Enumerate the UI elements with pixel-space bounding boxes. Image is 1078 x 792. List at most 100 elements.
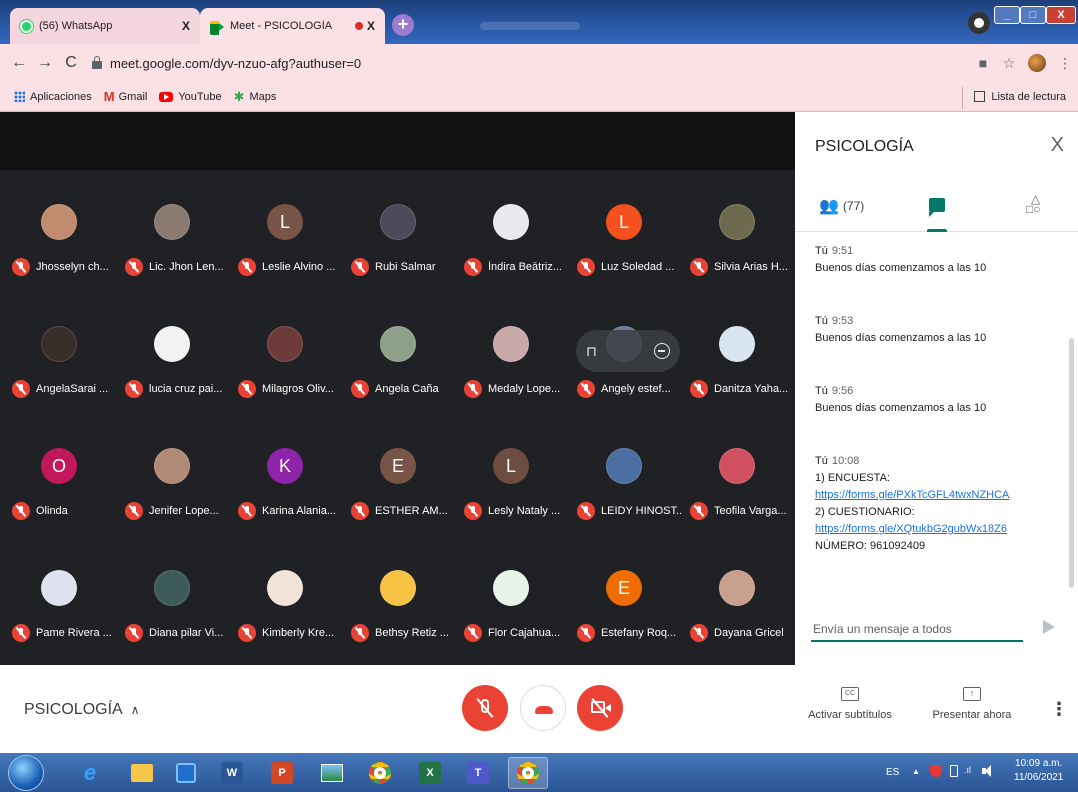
close-panel-button[interactable]: X: [1051, 134, 1064, 157]
mic-off-icon: [238, 502, 256, 520]
participant-tile[interactable]: K Karina Alania...: [230, 418, 343, 530]
participant-tile[interactable]: Pame Rivera ...: [4, 540, 117, 652]
teams-icon[interactable]: T: [460, 757, 496, 789]
media-player-icon[interactable]: [168, 757, 204, 789]
present-button[interactable]: ↑ Presentar ahora: [924, 687, 1020, 721]
clock-date: 11/06/2021: [1014, 772, 1064, 783]
minimize-button[interactable]: _: [994, 6, 1020, 24]
excel-icon[interactable]: X: [412, 757, 448, 789]
captions-button[interactable]: CC Activar subtítulos: [802, 687, 898, 721]
participant-name: Luz Soledad ...: [601, 261, 675, 273]
avatar[interactable]: [1028, 54, 1046, 72]
participant-name: Silvia Arias H...: [714, 261, 788, 273]
send-icon[interactable]: [1043, 620, 1055, 634]
profile-icon[interactable]: [968, 12, 990, 34]
participant-tile[interactable]: L Lesly Nataly ...: [456, 418, 569, 530]
clock[interactable]: 10:09 a.m. 11/06/2021: [1014, 757, 1063, 785]
participant-tile[interactable]: Angela Caña: [343, 296, 456, 408]
participant-tile[interactable]: E ESTHER AM...: [343, 418, 456, 530]
avatar: [154, 204, 190, 240]
chrome-active-icon[interactable]: [508, 757, 548, 789]
tab-whatsapp[interactable]: (56) WhatsApp X: [10, 8, 200, 44]
language-indicator[interactable]: ES: [886, 767, 899, 778]
camera-toggle-button[interactable]: [577, 685, 623, 731]
bookmark-apps[interactable]: Aplicaciones: [14, 91, 92, 103]
message-link[interactable]: https://forms.gle/PXkTcGFL4twxNZHCA: [815, 489, 1009, 501]
close-window-button[interactable]: X: [1046, 6, 1076, 24]
mic-off-icon: [351, 380, 369, 398]
url-field[interactable]: meet.google.com/dyv-nzuo-afg?authuser=0: [92, 49, 970, 77]
tab-chat[interactable]: [915, 192, 959, 232]
participant-tile[interactable]: Milagros Oliv...: [230, 296, 343, 408]
participant-tile[interactable]: Kimberly Kre...: [230, 540, 343, 652]
participant-name-tag: Olinda: [12, 502, 116, 520]
more-options-icon[interactable]: ⋮: [1050, 699, 1068, 720]
participant-tile[interactable]: Jenifer Lope...: [117, 418, 230, 530]
tray-expand-icon[interactable]: ▲: [912, 767, 920, 776]
participant-tile[interactable]: Bethsy Retiz ...: [343, 540, 456, 652]
bookmark-maps[interactable]: ✱ Maps: [234, 89, 277, 105]
remove-icon[interactable]: [654, 343, 670, 359]
participant-tile[interactable]: Medaly Lope...: [456, 296, 569, 408]
chrome-icon[interactable]: [362, 757, 398, 789]
maximize-button[interactable]: □: [1020, 6, 1046, 24]
forward-arrow-icon[interactable]: →: [32, 54, 58, 72]
tab-meet[interactable]: Meet - PSICOLOGÍA X: [200, 8, 385, 44]
participant-tile[interactable]: Índira Beātriz...: [456, 174, 569, 286]
participant-tile[interactable]: AngelaSarai ...: [4, 296, 117, 408]
kebab-menu-icon[interactable]: ⋮: [1052, 55, 1078, 72]
tab-people[interactable]: 👥 (77): [819, 196, 864, 216]
powerpoint-icon[interactable]: P: [264, 757, 300, 789]
participant-tile[interactable]: O Olinda: [4, 418, 117, 530]
mic-off-icon: [12, 502, 30, 520]
chat-scrollbar[interactable]: [1069, 338, 1074, 588]
pin-icon[interactable]: ⊓: [586, 343, 597, 360]
participant-tile[interactable]: Lic. Jhon Len...: [117, 174, 230, 286]
participant-tile[interactable]: Jhosselyn ch...: [4, 174, 117, 286]
tab-close-button[interactable]: X: [367, 19, 375, 33]
participant-tile[interactable]: Danitza Yaha...: [682, 296, 795, 408]
hang-up-button[interactable]: [520, 685, 566, 731]
mic-toggle-button[interactable]: [462, 685, 508, 731]
bookmark-gmail[interactable]: M Gmail: [104, 89, 148, 104]
participant-tile[interactable]: LEIDY HINOST...: [569, 418, 682, 530]
participant-tile[interactable]: Teofila Varga...: [682, 418, 795, 530]
bookmark-youtube[interactable]: YouTube: [159, 91, 222, 103]
file-explorer-icon[interactable]: [124, 757, 160, 789]
participant-tile[interactable]: L Leslie Alvino ...: [230, 174, 343, 286]
meeting-details-button[interactable]: PSICOLOGÍA ∧: [24, 701, 140, 719]
battery-icon[interactable]: [950, 765, 958, 777]
participant-name: Pame Rivera ...: [36, 627, 112, 639]
volume-icon[interactable]: [982, 765, 994, 777]
shield-icon[interactable]: [930, 765, 942, 777]
lock-icon: [92, 56, 102, 69]
signal-icon[interactable]: .ıl: [964, 765, 976, 777]
tab-activities[interactable]: △ □○: [1025, 193, 1047, 216]
new-tab-button[interactable]: +: [392, 14, 414, 36]
tab-title: Meet - PSICOLOGÍA: [230, 20, 333, 32]
photo-viewer-icon[interactable]: [314, 757, 350, 789]
participant-tile[interactable]: L Luz Soledad ...: [569, 174, 682, 286]
participant-tile[interactable]: Rubi Salmar: [343, 174, 456, 286]
camera-indicator-icon[interactable]: ■: [970, 55, 996, 71]
message-header: Tú 9:51: [815, 243, 1067, 260]
participant-tile[interactable]: Dayana Gricel: [682, 540, 795, 652]
participant-tile[interactable]: Silvia Arias H...: [682, 174, 795, 286]
participant-tile[interactable]: Flor Cajahua...: [456, 540, 569, 652]
star-icon[interactable]: ☆: [996, 55, 1022, 72]
participant-tile[interactable]: lucia cruz pai...: [117, 296, 230, 408]
message-input[interactable]: Envía un mensaje a todos: [811, 612, 1023, 642]
word-icon[interactable]: W: [214, 757, 250, 789]
start-button[interactable]: [8, 755, 44, 791]
avatar: [719, 570, 755, 606]
participant-tile[interactable]: E Estefany Roq...: [569, 540, 682, 652]
reading-list-button[interactable]: Lista de lectura: [962, 86, 1066, 109]
participant-tile[interactable]: Diana pilar Vi...: [117, 540, 230, 652]
participant-name-tag: Angely estef...: [577, 380, 681, 398]
message-link[interactable]: https://forms.gle/XQtukbG2gubWx18Z6: [815, 523, 1007, 535]
internet-explorer-icon[interactable]: e: [72, 757, 108, 789]
back-arrow-icon[interactable]: ←: [6, 54, 32, 72]
tab-close-button[interactable]: X: [182, 19, 190, 33]
reload-icon[interactable]: C: [58, 54, 84, 72]
participant-name-tag: Jenifer Lope...: [125, 502, 229, 520]
